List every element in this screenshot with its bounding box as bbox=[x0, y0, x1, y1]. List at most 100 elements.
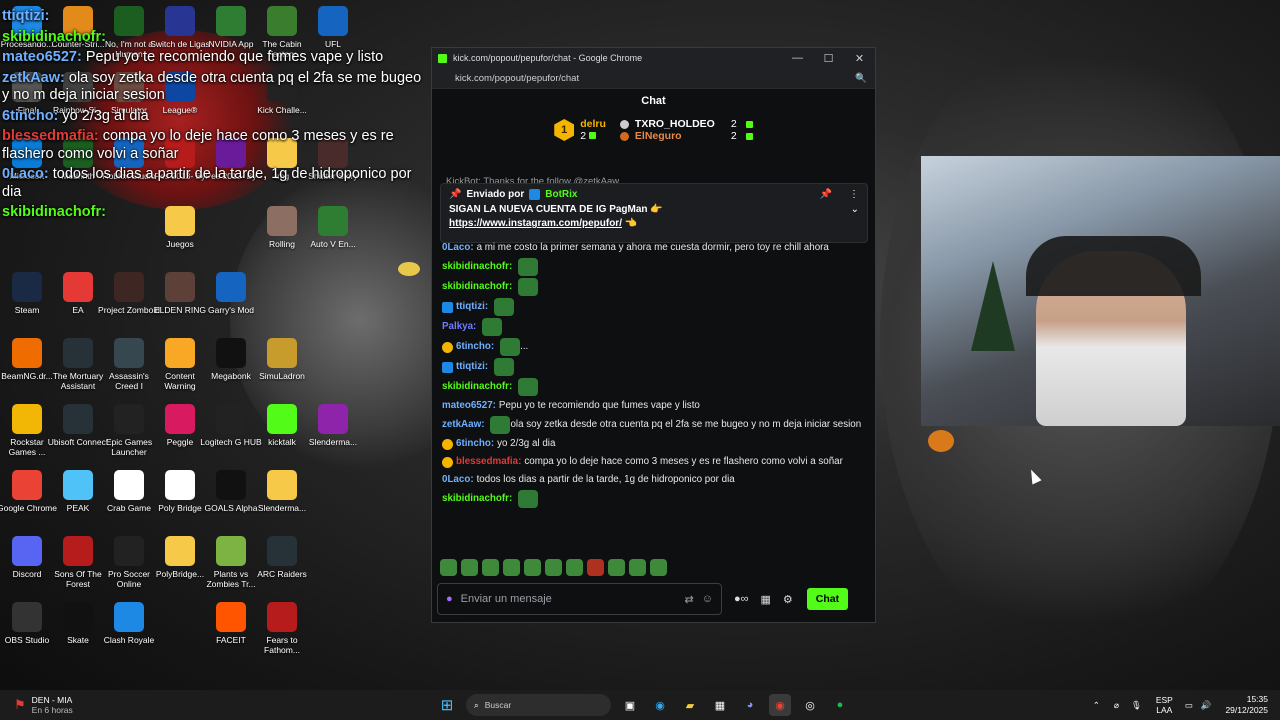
unpin-icon[interactable]: 📌 bbox=[820, 189, 832, 200]
chrome-icon[interactable]: ◉ bbox=[769, 694, 791, 716]
address-bar[interactable]: kick.com/popout/pepufor/chat 🔍 bbox=[432, 68, 875, 89]
emote-icon bbox=[500, 338, 521, 356]
gmod-icon bbox=[216, 272, 246, 302]
chat-username[interactable]: Palkya: bbox=[442, 321, 476, 333]
desktop-icon[interactable]: Slenderma... bbox=[251, 470, 313, 513]
overlay-username: ttiqtizi: bbox=[2, 8, 50, 24]
pinned-link[interactable]: https://www.instagram.com/pepufor/ bbox=[449, 218, 622, 229]
leaderboard-third[interactable]: ElNeguro 2 bbox=[619, 130, 753, 142]
silver-badge-icon bbox=[619, 119, 629, 129]
chat-username[interactable]: blessedmafia: bbox=[456, 456, 521, 468]
emote-icon[interactable] bbox=[503, 559, 520, 576]
message-placeholder: Enviar un mensaje bbox=[460, 593, 552, 605]
webcam-tree bbox=[971, 261, 1015, 351]
leaderboard-first[interactable]: 1 delru 2 bbox=[554, 118, 606, 142]
chat-username[interactable]: skibidinachofr: bbox=[442, 281, 512, 293]
settings-icon[interactable]: ⚙ bbox=[783, 593, 793, 606]
chat-message-text: todos los dias a partir de la tarde, 1g … bbox=[476, 474, 735, 485]
emote-icon[interactable] bbox=[440, 559, 457, 576]
desktop-icon-label: Slenderma... bbox=[257, 503, 307, 513]
chat-username[interactable]: skibidinachofr: bbox=[442, 261, 512, 273]
chevron-down-icon[interactable]: ⌄ bbox=[851, 204, 859, 215]
chat-username[interactable]: skibidinachofr: bbox=[442, 493, 512, 505]
soccer-icon bbox=[114, 536, 144, 566]
rockstar-icon bbox=[12, 404, 42, 434]
message-input[interactable]: ● Enviar un mensaje ⇄ ☺ bbox=[437, 583, 722, 615]
gift-icon[interactable]: ▦ bbox=[761, 593, 771, 606]
f2f-icon bbox=[267, 602, 297, 632]
chrome-window: kick.com/popout/pepufor/chat - Google Ch… bbox=[431, 47, 876, 623]
faceit-icon bbox=[216, 602, 246, 632]
chat-username[interactable]: ttiqtizi: bbox=[456, 361, 488, 373]
discord-icon[interactable]: ◕ bbox=[739, 694, 761, 716]
emote-icon[interactable] bbox=[566, 559, 583, 576]
emote-icon[interactable] bbox=[524, 559, 541, 576]
chat-username[interactable]: 0Laco: bbox=[442, 474, 474, 486]
peak-icon bbox=[63, 470, 93, 500]
send-chat-button[interactable]: Chat bbox=[806, 588, 849, 610]
leaderboard-second[interactable]: TXRO_HOLDEO 2 bbox=[619, 118, 753, 130]
chat-message: skibidinachofr: bbox=[442, 278, 872, 296]
chat-username[interactable]: ttiqtizi: bbox=[456, 301, 488, 313]
obs-icon[interactable]: ◎ bbox=[799, 694, 821, 716]
clash-icon bbox=[114, 602, 144, 632]
elden-icon bbox=[165, 272, 195, 302]
emote-icon[interactable] bbox=[461, 559, 478, 576]
emote-icon[interactable] bbox=[545, 559, 562, 576]
url-text[interactable]: kick.com/popout/pepufor/chat bbox=[455, 73, 855, 84]
desktop-icon[interactable]: Garry's Mod bbox=[200, 272, 262, 315]
chat-title: Chat bbox=[641, 95, 666, 107]
windows-start-icon[interactable]: ⊞ bbox=[436, 694, 458, 716]
desktop-icon[interactable]: SimuLadron bbox=[251, 338, 313, 381]
file-explorer-icon[interactable]: ▰ bbox=[679, 694, 701, 716]
chat-message: 6tincho: ... bbox=[442, 338, 872, 356]
chat-username[interactable]: 6tincho: bbox=[456, 341, 494, 353]
desktop-icon[interactable]: ARC Raiders bbox=[251, 536, 313, 579]
emote-icon bbox=[518, 378, 539, 396]
chat-username[interactable]: zetkAaw: bbox=[442, 419, 484, 431]
desktop-icon[interactable]: Clash Royale bbox=[98, 602, 160, 645]
chat-username[interactable]: mateo6527: bbox=[442, 400, 496, 412]
volume-icon[interactable]: 🔊 bbox=[1201, 700, 1212, 711]
chat-username[interactable]: 0Laco: bbox=[442, 242, 474, 254]
sub-badge-icon bbox=[442, 456, 453, 468]
emote-icon[interactable] bbox=[629, 559, 646, 576]
leader-count: 2 bbox=[730, 130, 737, 142]
desktop-icon-label: Fears to Fathom... bbox=[264, 635, 300, 655]
maximize-button[interactable]: ☐ bbox=[813, 52, 844, 65]
clock[interactable]: 15:35 29/12/2025 bbox=[1225, 694, 1268, 716]
edge-icon[interactable]: ◉ bbox=[649, 694, 671, 716]
zoom-icon[interactable]: 🔍 bbox=[855, 73, 867, 84]
desktop-icon[interactable]: Fears to Fathom... bbox=[251, 602, 313, 655]
desktop-icon[interactable]: Slenderma... bbox=[302, 404, 364, 447]
emoji-icon[interactable]: ☺ bbox=[702, 593, 713, 605]
chat-message: skibidinachofr: bbox=[442, 490, 872, 508]
translate-icon[interactable]: ⇄ bbox=[685, 593, 694, 606]
mic-icon[interactable]: 🎙 bbox=[1131, 700, 1142, 711]
task-view-icon[interactable]: ▣ bbox=[619, 694, 641, 716]
folder-icon bbox=[267, 470, 297, 500]
chat-username[interactable]: 6tincho: bbox=[456, 438, 494, 450]
chevron-up-icon[interactable]: ⌃ bbox=[1093, 700, 1100, 711]
network-off-icon[interactable]: ⌀ bbox=[1114, 700, 1119, 711]
spotify-icon[interactable]: ● bbox=[829, 694, 851, 716]
chat-username[interactable]: skibidinachofr: bbox=[442, 381, 512, 393]
close-button[interactable]: ✕ bbox=[844, 52, 875, 65]
emote-icon[interactable] bbox=[608, 559, 625, 576]
chat-message-text: ola soy zetka desde otra cuenta pq el 2f… bbox=[510, 419, 862, 430]
kick-gift-icon bbox=[589, 132, 597, 139]
minimize-button[interactable]: — bbox=[782, 52, 813, 64]
store-icon[interactable]: ▦ bbox=[709, 694, 731, 716]
bot-badge-icon bbox=[529, 189, 541, 200]
language-indicator[interactable]: ESP LAA bbox=[1156, 695, 1173, 715]
emote-icon[interactable] bbox=[587, 559, 604, 576]
taskbar-search[interactable]: ⌕ Buscar bbox=[466, 694, 611, 716]
mic-icon[interactable]: ● bbox=[446, 593, 453, 605]
emote-icon[interactable] bbox=[482, 559, 499, 576]
display-icon[interactable]: ▭ bbox=[1185, 700, 1193, 711]
weather-title: DEN - MIA bbox=[31, 695, 73, 705]
points-icon[interactable]: ●∞ bbox=[734, 593, 749, 605]
more-options-icon[interactable]: ⋮ bbox=[849, 189, 859, 200]
emote-icon[interactable] bbox=[650, 559, 667, 576]
weather-widget[interactable]: ⚑ DEN - MIA En 6 horas bbox=[0, 695, 200, 715]
